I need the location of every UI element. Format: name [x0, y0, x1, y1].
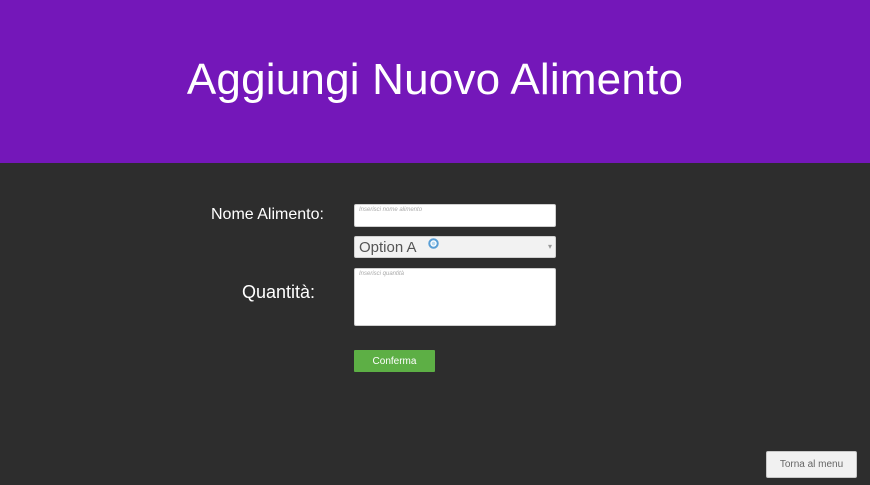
page-header: Aggiungi Nuovo Alimento: [0, 0, 870, 163]
name-input[interactable]: Inserisci nome alimento: [354, 204, 556, 227]
chevron-down-icon: ▾: [547, 242, 552, 251]
quantity-input-placeholder: Inserisci quantità: [359, 271, 405, 277]
quantity-label: Quantità:: [242, 282, 316, 302]
name-input-placeholder: Inserisci nome alimento: [359, 207, 423, 213]
option-select-value: Option A: [359, 239, 417, 256]
option-select[interactable]: Option A ▾: [354, 236, 556, 258]
quantity-input[interactable]: Inserisci quantità: [354, 268, 556, 326]
loading-cursor-icon: [428, 238, 439, 249]
back-to-menu-button[interactable]: Torna al menu: [766, 451, 857, 478]
page-title: Aggiungi Nuovo Alimento: [186, 54, 684, 104]
name-label: Nome Alimento:: [211, 206, 324, 223]
confirm-button[interactable]: Conferma: [354, 350, 435, 372]
